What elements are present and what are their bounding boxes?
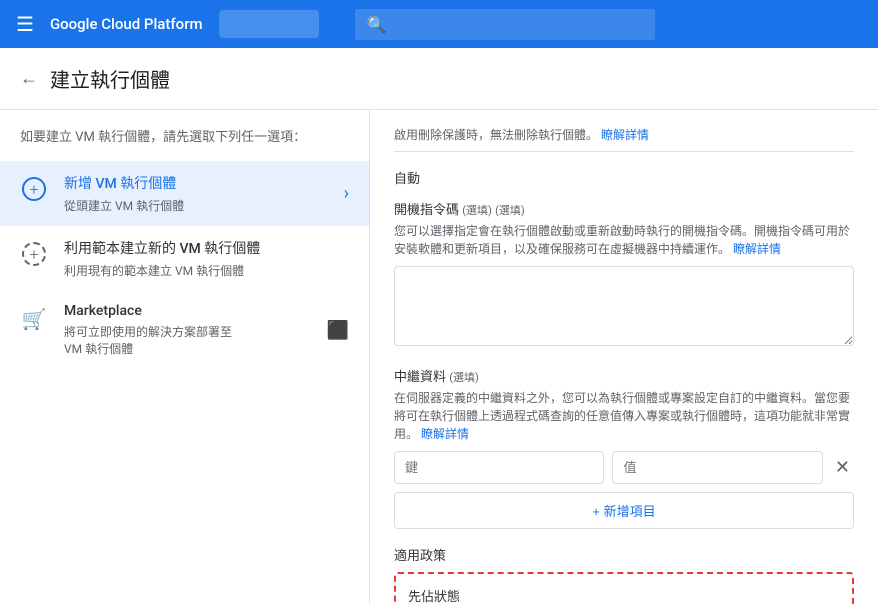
sidebar-item-subtitle-new-vm: 從頭建立 VM 執行個體 bbox=[64, 197, 328, 214]
preemptible-box: 先佔狀態 先佔 VM 的費用較低，但只能持續 24 小時。只要系統發出終止指令，… bbox=[394, 572, 854, 604]
metadata-label: 中繼資料 (選填) bbox=[394, 366, 854, 385]
preemptible-title: 先佔狀態 bbox=[408, 586, 840, 604]
metadata-row: ✕ bbox=[394, 451, 854, 484]
sidebar-item-subtitle-template: 利用現有的範本建立 VM 執行個體 bbox=[64, 262, 349, 279]
info-bar: 啟用刪除保護時，無法刪除執行個體。 瞭解詳情 bbox=[394, 126, 854, 152]
page-header: ← 建立執行個體 bbox=[0, 48, 878, 110]
top-nav: ☰ Google Cloud Platform 🔍 bbox=[0, 0, 878, 48]
back-button[interactable]: ← bbox=[20, 68, 38, 89]
nav-logo: Google Cloud Platform bbox=[50, 15, 203, 33]
add-metadata-button[interactable]: + 新增項目 bbox=[394, 492, 854, 529]
sidebar-item-new-vm[interactable]: + 新增 VM 執行個體 從頭建立 VM 執行個體 › bbox=[0, 161, 369, 226]
marketplace-icon: 🛒 bbox=[20, 305, 48, 333]
main-layout: 如要建立 VM 執行個體，請先選取下列任一選項： + 新增 VM 執行個體 從頭… bbox=[0, 110, 878, 604]
info-bar-link[interactable]: 瞭解詳情 bbox=[601, 128, 649, 142]
startup-script-input[interactable] bbox=[394, 266, 854, 346]
sidebar-item-content-marketplace: Marketplace 將可立即使用的解決方案部署至 VM 執行個體 bbox=[64, 303, 311, 357]
sidebar-item-content-new-vm: 新增 VM 執行個體 從頭建立 VM 執行個體 bbox=[64, 173, 328, 214]
nav-logo-text: Google Cloud Platform bbox=[50, 15, 203, 33]
metadata-link[interactable]: 瞭解詳情 bbox=[421, 427, 469, 441]
info-bar-text: 啟用刪除保護時，無法刪除執行個體。 bbox=[394, 128, 598, 142]
startup-script-label: 開機指令碼 (選填) (選填) bbox=[394, 199, 854, 218]
import-icon: ⬛ bbox=[327, 320, 349, 341]
startup-script-desc: 您可以選擇指定會在執行個體啟動或重新啟動時執行的開機指令碼。開機指令碼可用於安裝… bbox=[394, 222, 854, 258]
sidebar-item-content-template: 利用範本建立新的 VM 執行個體 利用現有的範本建立 VM 執行個體 bbox=[64, 238, 349, 279]
sidebar-item-template-vm[interactable]: + 利用範本建立新的 VM 執行個體 利用現有的範本建立 VM 執行個體 bbox=[0, 226, 369, 291]
metadata-group: 中繼資料 (選填) 在伺服器定義的中繼資料之外，您可以為執行個體或專案設定自訂的… bbox=[394, 366, 854, 529]
project-badge[interactable] bbox=[219, 10, 319, 38]
sidebar-item-title-marketplace: Marketplace bbox=[64, 303, 311, 319]
startup-script-link[interactable]: 瞭解詳情 bbox=[733, 242, 781, 256]
policy-section-label: 適用政策 bbox=[394, 545, 854, 564]
plus-circle-icon: + bbox=[20, 175, 48, 203]
section-label: 自動 bbox=[394, 168, 854, 187]
sidebar: 如要建立 VM 執行個體，請先選取下列任一選項： + 新增 VM 執行個體 從頭… bbox=[0, 110, 370, 604]
search-icon: 🔍 bbox=[367, 15, 387, 34]
page-title: 建立執行個體 bbox=[50, 64, 170, 93]
policy-section: 適用政策 先佔狀態 先佔 VM 的費用較低，但只能持續 24 小時。只要系統發出… bbox=[394, 545, 854, 604]
sidebar-item-marketplace[interactable]: 🛒 Marketplace 將可立即使用的解決方案部署至 VM 執行個體 ⬛ bbox=[0, 291, 369, 369]
sidebar-intro: 如要建立 VM 執行個體，請先選取下列任一選項： bbox=[0, 126, 369, 161]
metadata-delete-button[interactable]: ✕ bbox=[831, 453, 854, 482]
sidebar-item-title-template: 利用範本建立新的 VM 執行個體 bbox=[64, 238, 349, 258]
sidebar-item-subtitle-marketplace: 將可立即使用的解決方案部署至 VM 執行個體 bbox=[64, 323, 311, 357]
metadata-value-input[interactable] bbox=[612, 451, 822, 484]
template-icon: + bbox=[20, 240, 48, 268]
content-area: 啟用刪除保護時，無法刪除執行個體。 瞭解詳情 自動 開機指令碼 (選填) (選填… bbox=[370, 110, 878, 604]
startup-script-group: 開機指令碼 (選填) (選填) 您可以選擇指定會在執行個體啟動或重新啟動時執行的… bbox=[394, 199, 854, 350]
sidebar-item-title-new-vm: 新增 VM 執行個體 bbox=[64, 173, 328, 193]
metadata-key-input[interactable] bbox=[394, 451, 604, 484]
menu-icon[interactable]: ☰ bbox=[16, 12, 34, 36]
metadata-desc: 在伺服器定義的中繼資料之外，您可以為執行個體或專案設定自訂的中繼資料。當您要將可… bbox=[394, 389, 854, 443]
nav-search[interactable]: 🔍 bbox=[355, 9, 655, 40]
chevron-right-icon: › bbox=[344, 183, 349, 204]
